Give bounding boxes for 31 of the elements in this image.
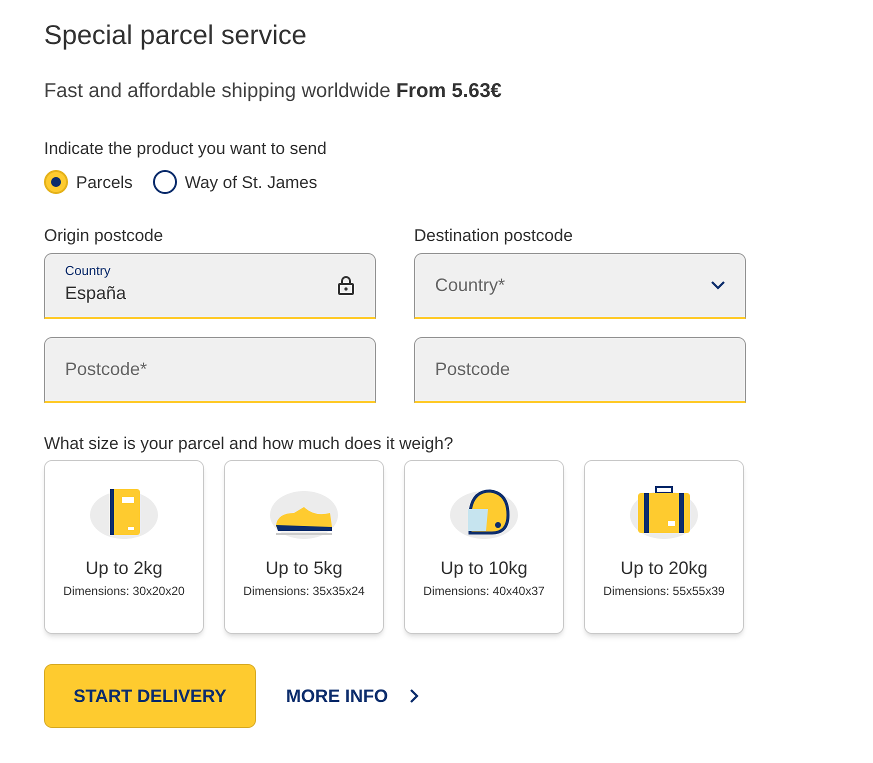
product-question: Indicate the product you want to send: [44, 138, 327, 160]
page-title: Special parcel service: [44, 19, 307, 52]
country-select[interactable]: Country*: [414, 252, 746, 318]
subtitle: Fast and affordable shipping worldwide From 5.63€: [44, 79, 502, 104]
weight-title: Up to 5kg: [265, 557, 343, 580]
start-delivery-button[interactable]: START DELIVERY: [44, 664, 256, 728]
weight-title: Up to 2kg: [85, 557, 163, 580]
size-card[interactable]: Up to 10kg Dimensions: 40x40x37: [404, 460, 564, 634]
size-card[interactable]: Up to 2kg Dimensions: 30x20x20: [44, 460, 204, 634]
dimensions-text: Dimensions: 30x20x20: [63, 583, 185, 600]
weight-title: Up to 20kg: [620, 557, 708, 580]
dimensions-text: Dimensions: 40x40x37: [423, 583, 545, 600]
dimensions-text: Dimensions: 35x35x24: [243, 583, 365, 600]
country-field[interactable]: Country España: [44, 252, 376, 318]
more-info-link[interactable]: MORE INFO: [286, 682, 419, 710]
field-group-label: Destination postcode: [414, 225, 573, 247]
dimensions-text: Dimensions: 55x55x39: [603, 583, 725, 600]
radio-option[interactable]: Parcels: [44, 170, 133, 195]
size-card[interactable]: Up to 5kg Dimensions: 35x35x24: [224, 460, 384, 634]
size-card[interactable]: Up to 20kg Dimensions: 55x55x39: [584, 460, 744, 634]
chevron-down-icon: [711, 280, 725, 290]
field-label: Country: [65, 263, 112, 279]
postcode-field[interactable]: Postcode*: [44, 336, 376, 402]
weight-title: Up to 10kg: [440, 557, 528, 580]
radio-option[interactable]: Way of St. James: [152, 170, 318, 195]
chevron-right-icon: [410, 689, 419, 703]
size-question: What size is your parcel and how much does it weigh?: [44, 432, 454, 454]
field-group-label: Origin postcode: [44, 225, 164, 247]
lock-icon: [337, 275, 355, 295]
postcode-field[interactable]: Postcode: [414, 336, 746, 402]
field-value: España: [65, 282, 128, 305]
